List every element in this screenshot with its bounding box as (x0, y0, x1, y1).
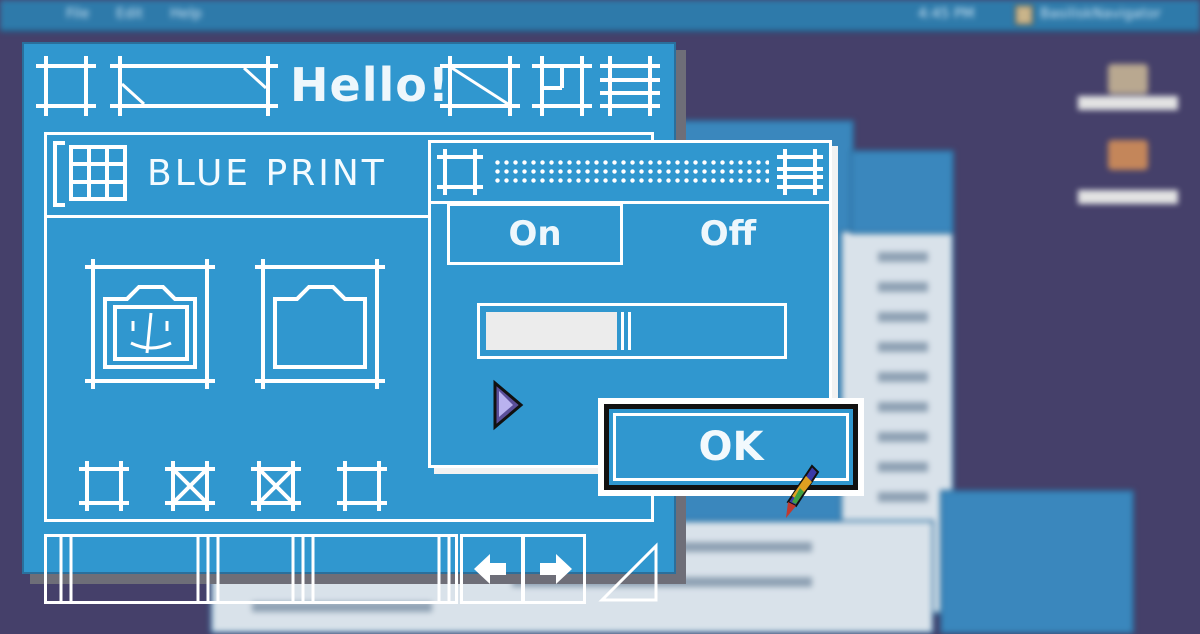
finder-icon[interactable] (85, 259, 215, 389)
dialog-title-bar[interactable] (431, 143, 829, 204)
panel-bracket-icon (51, 141, 67, 207)
horizontal-scrollbar[interactable] (44, 534, 458, 604)
disk-icon-2[interactable] (1108, 140, 1148, 170)
panel-title: BLUE PRINT (147, 153, 387, 194)
progress-fill (486, 312, 617, 350)
checkbox-icon[interactable] (79, 461, 129, 511)
title-stripe-right-icon (440, 56, 520, 116)
collapse-box-icon[interactable] (600, 56, 660, 116)
window-close-box-icon[interactable] (36, 56, 96, 116)
window-title: Hello! (290, 58, 450, 112)
zoom-box-icon[interactable] (532, 56, 592, 116)
menu-bar: File Edit Help 4:45 PM BasiliskNavigator (0, 0, 1200, 32)
disk-label-2 (1078, 190, 1178, 204)
scroll-left-icon[interactable] (460, 534, 524, 604)
toggle-off-button[interactable]: Off (643, 203, 813, 265)
scroll-right-icon[interactable] (522, 534, 586, 604)
checkbox-checked-icon[interactable] (165, 461, 215, 511)
ok-button-label: OK (698, 424, 764, 470)
title-stripe-left-icon (110, 56, 278, 116)
menu-clock: 4:45 PM (918, 6, 975, 22)
feather-cursor-icon (782, 462, 822, 522)
progress-bar (477, 303, 787, 359)
disk-label (1078, 96, 1178, 110)
background-window-titlebar (850, 150, 954, 234)
background-window-small (940, 490, 1134, 634)
scrollbar-track-stripes (53, 537, 453, 601)
checkbox-icon[interactable] (337, 461, 387, 511)
menu-file[interactable]: File (66, 6, 89, 22)
progress-tick (628, 312, 631, 350)
pointer-icon (491, 379, 527, 433)
disk-icon[interactable] (1108, 64, 1148, 94)
checkbox-checked-icon[interactable] (251, 461, 301, 511)
application-menu[interactable]: BasiliskNavigator (1040, 6, 1161, 22)
dialog-title-pattern (493, 158, 769, 184)
dialog-close-box-icon[interactable] (437, 149, 483, 195)
toggle-on-button[interactable]: On (447, 203, 623, 265)
grid-icon (69, 145, 127, 201)
resize-icon[interactable] (598, 526, 660, 604)
title-bar[interactable]: Hello! (22, 42, 676, 134)
dialog-zoom-box-icon[interactable] (777, 149, 823, 195)
application-icon[interactable] (1015, 5, 1033, 25)
menu-edit[interactable]: Edit (116, 6, 143, 22)
menu-help[interactable]: Help (170, 6, 202, 22)
folder-icon[interactable] (255, 259, 385, 389)
progress-tick (621, 312, 624, 350)
